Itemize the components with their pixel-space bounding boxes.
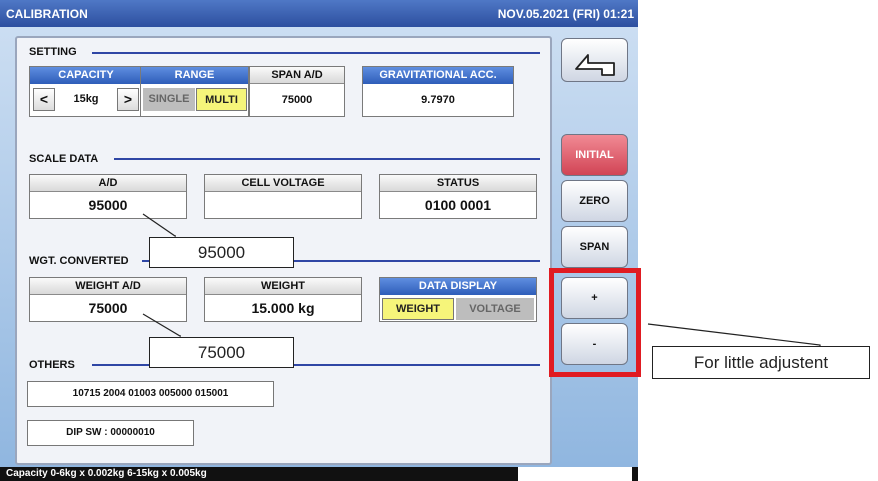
callout-leader-adjust	[647, 323, 821, 346]
annotation-layer	[142, 213, 821, 346]
callout-leader-weight-ad	[142, 313, 181, 337]
callout-leader-ad	[142, 213, 176, 237]
callout-ad: 95000	[149, 237, 294, 268]
callout-weight-ad: 75000	[149, 337, 294, 368]
adjust-highlight-box	[549, 268, 641, 377]
callout-adjust: For little adjustent	[652, 346, 870, 379]
